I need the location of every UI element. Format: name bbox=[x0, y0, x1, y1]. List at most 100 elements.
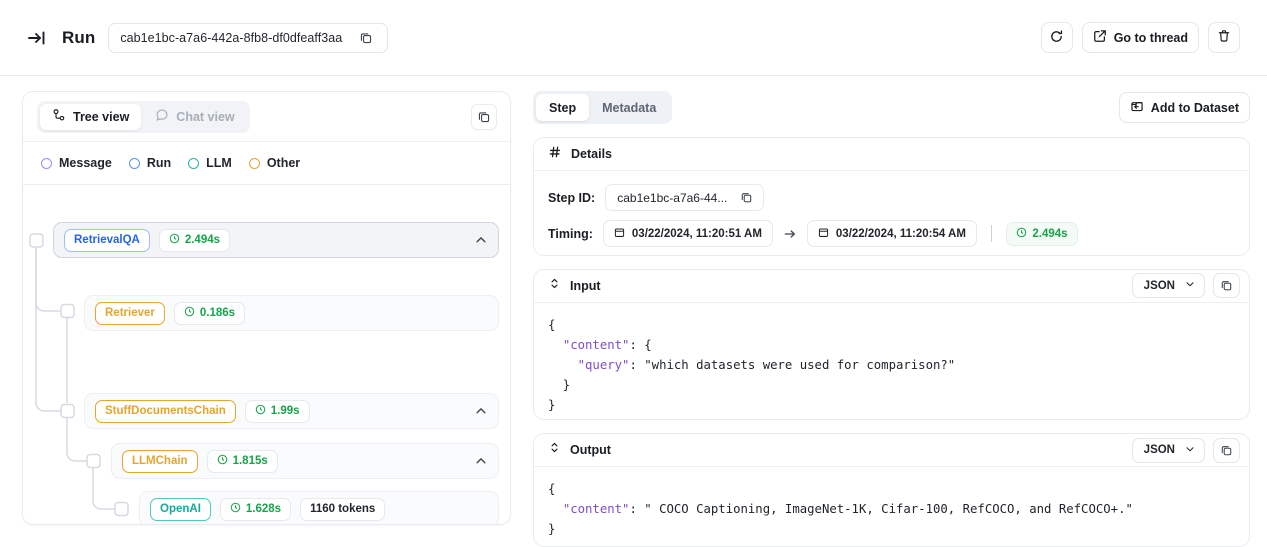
tab-step-label: Step bbox=[549, 100, 577, 115]
add-to-dataset-label: Add to Dataset bbox=[1150, 100, 1239, 115]
input-card-actions: JSON bbox=[1131, 273, 1240, 299]
copy-icon[interactable] bbox=[353, 25, 379, 51]
chevron-up-icon[interactable] bbox=[474, 233, 488, 247]
step-tabs: Step Metadata bbox=[533, 91, 673, 124]
legend-label-other: Other bbox=[266, 156, 301, 170]
legend-label-run: Run bbox=[146, 156, 172, 170]
tree-node-duration: 1.815s bbox=[206, 449, 278, 473]
step-detail-panel: Step Metadata Add to Dataset Details Ste… bbox=[533, 91, 1250, 547]
refresh-icon bbox=[1049, 29, 1064, 47]
tab-tree-view[interactable]: Tree view bbox=[40, 103, 142, 130]
timing-row: Timing: 03/22/2024, 11:20:51 AM 03/22/20… bbox=[548, 220, 1235, 247]
tree-node-duration-label: 2.494s bbox=[184, 234, 221, 246]
tab-metadata[interactable]: Metadata bbox=[589, 94, 669, 121]
trace-tree-panel: Tree view Chat view Message Run LLM Othe… bbox=[22, 91, 511, 525]
duration-value: 2.494s bbox=[1032, 227, 1068, 240]
clock-icon bbox=[255, 404, 266, 418]
expand-tree-button[interactable] bbox=[471, 103, 497, 130]
step-id-label: Step ID: bbox=[548, 190, 596, 205]
output-format-select[interactable]: JSON bbox=[1131, 437, 1205, 463]
json-key: "content" bbox=[562, 502, 630, 517]
external-link-icon bbox=[1093, 29, 1107, 46]
input-format-value: JSON bbox=[1143, 279, 1175, 292]
tab-tree-view-label: Tree view bbox=[73, 109, 130, 124]
chevron-down-icon bbox=[1184, 443, 1196, 458]
tree-node-llmchain[interactable]: LLMChain 1.815s bbox=[111, 443, 499, 479]
json-key: "content" bbox=[562, 337, 630, 352]
collapse-toggle-icon[interactable] bbox=[548, 441, 561, 459]
chevron-up-icon[interactable] bbox=[474, 454, 488, 468]
tree-node-duration-label: 0.186s bbox=[199, 307, 236, 319]
legend-item-run[interactable]: Run bbox=[128, 156, 172, 170]
copy-icon[interactable] bbox=[737, 189, 755, 207]
step-id-row: Step ID: cab1e1bc-a7a6-44... bbox=[548, 184, 1235, 211]
collapse-toggle-icon[interactable] bbox=[548, 277, 561, 295]
go-to-thread-button[interactable]: Go to thread bbox=[1081, 22, 1199, 53]
refresh-button[interactable] bbox=[1040, 22, 1073, 53]
tree-node-duration: 2.494s bbox=[158, 228, 231, 252]
timing-label: Timing: bbox=[548, 226, 593, 241]
main-body: Tree view Chat view Message Run LLM Othe… bbox=[0, 76, 1267, 547]
legend-item-other[interactable]: Other bbox=[248, 156, 301, 170]
view-mode-tabs: Tree view Chat view bbox=[37, 100, 250, 133]
step-panel-header: Step Metadata Add to Dataset bbox=[533, 91, 1250, 124]
details-card: Details Step ID: cab1e1bc-a7a6-44... Tim… bbox=[533, 137, 1250, 256]
output-format-value: JSON bbox=[1143, 444, 1175, 457]
legend-dot-other bbox=[248, 157, 260, 169]
end-time-field: 03/22/2024, 11:20:54 AM bbox=[806, 220, 977, 247]
delete-button[interactable] bbox=[1208, 22, 1240, 53]
hash-icon bbox=[548, 145, 562, 164]
tree-node-duration: 0.186s bbox=[173, 301, 246, 325]
legend-dot-run bbox=[128, 157, 140, 169]
legend-item-message[interactable]: Message bbox=[41, 156, 112, 170]
copy-output-button[interactable] bbox=[1213, 437, 1240, 463]
copy-input-button[interactable] bbox=[1213, 273, 1240, 299]
output-card-title: Output bbox=[570, 443, 611, 458]
step-id-field[interactable]: cab1e1bc-a7a6-44... bbox=[605, 184, 765, 211]
json-punct: : { bbox=[629, 337, 652, 352]
tree-icon bbox=[52, 108, 66, 125]
node-type-legend: Message Run LLM Other bbox=[23, 142, 510, 185]
tab-chat-view-label: Chat view bbox=[176, 109, 235, 124]
collapse-panel-icon[interactable] bbox=[27, 28, 47, 48]
calendar-icon bbox=[614, 227, 625, 241]
clock-icon bbox=[1016, 227, 1027, 241]
tree-node-openai[interactable]: OpenAI 1.628s 1160 tokens bbox=[139, 491, 499, 524]
go-to-thread-label: Go to thread bbox=[1113, 30, 1188, 45]
input-card-header: Input JSON bbox=[534, 269, 1249, 303]
clock-icon bbox=[230, 502, 241, 516]
chevron-down-icon bbox=[1184, 278, 1196, 293]
chevron-up-icon[interactable] bbox=[474, 404, 488, 418]
tree-canvas: RetrievalQA 2.494s Retriever 0.186s Stuf… bbox=[23, 185, 510, 524]
tree-node-label: LLMChain bbox=[122, 449, 198, 473]
run-trace-viewer: Run cab1e1bc-a7a6-442a-8fb8-df0dfeaff3aa bbox=[0, 0, 1267, 547]
legend-dot-llm bbox=[188, 157, 200, 169]
tab-step[interactable]: Step bbox=[536, 94, 590, 121]
page-title: Run bbox=[62, 27, 96, 47]
tab-chat-view[interactable]: Chat view bbox=[143, 104, 246, 130]
start-time-value: 03/22/2024, 11:20:51 AM bbox=[631, 227, 762, 240]
tree-panel-header: Tree view Chat view bbox=[23, 92, 510, 142]
tree-node-tokens: 1160 tokens bbox=[300, 497, 386, 521]
run-id-field[interactable]: cab1e1bc-a7a6-442a-8fb8-df0dfeaff3aa bbox=[108, 22, 389, 53]
clock-icon bbox=[217, 454, 228, 468]
tree-node-stuffdocumentschain[interactable]: StuffDocumentsChain 1.99s bbox=[84, 393, 499, 429]
legend-item-llm[interactable]: LLM bbox=[188, 156, 232, 170]
tree-node-retriever[interactable]: Retriever 0.186s bbox=[84, 295, 499, 331]
tree-node-label: OpenAI bbox=[150, 497, 211, 521]
end-time-value: 03/22/2024, 11:20:54 AM bbox=[835, 227, 966, 240]
output-card: Output JSON {"content": " COCO Captioni… bbox=[533, 433, 1250, 547]
add-to-dataset-button[interactable]: Add to Dataset bbox=[1118, 92, 1250, 123]
chat-bubble-icon bbox=[155, 108, 169, 125]
legend-label-llm: LLM bbox=[206, 156, 232, 170]
step-id-value: cab1e1bc-a7a6-44... bbox=[617, 190, 728, 205]
input-card: Input JSON {"content": {"query": "whic… bbox=[533, 268, 1250, 421]
divider bbox=[990, 225, 993, 242]
input-format-select[interactable]: JSON bbox=[1131, 273, 1205, 299]
trash-icon bbox=[1217, 29, 1231, 46]
tab-metadata-label: Metadata bbox=[602, 100, 657, 115]
tree-node-retrievalqa[interactable]: RetrievalQA 2.494s bbox=[53, 222, 499, 258]
tree-node-duration: 1.628s bbox=[219, 497, 292, 521]
tree-node-label: Retriever bbox=[95, 301, 165, 325]
details-card-header: Details bbox=[534, 138, 1249, 171]
